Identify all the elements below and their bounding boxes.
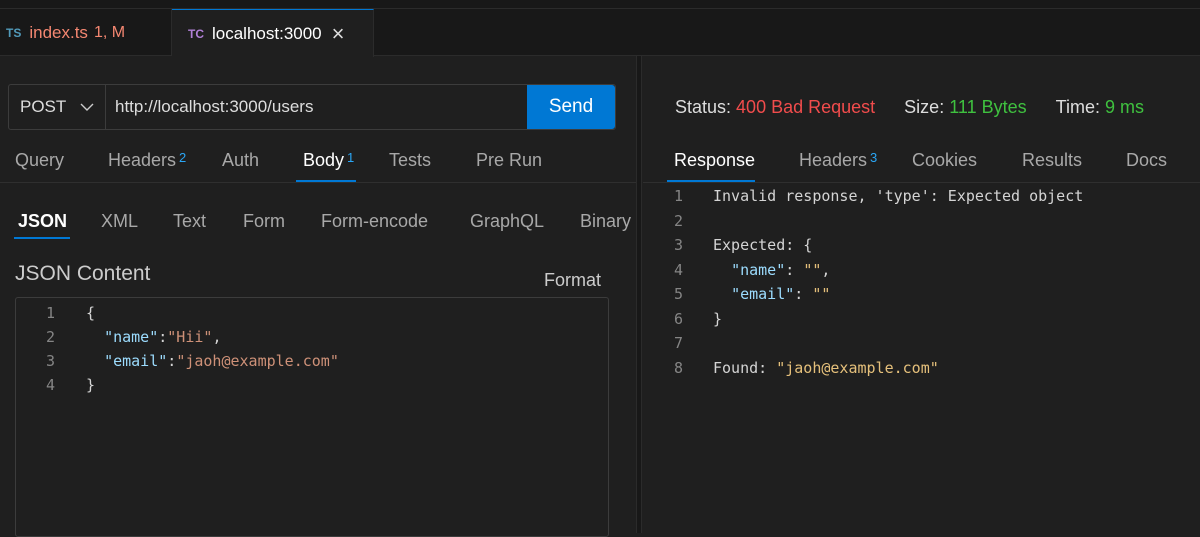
found-value: "jaoh@example.com" — [776, 358, 939, 377]
tab-label: Headers — [108, 150, 177, 170]
format-button[interactable]: Format — [544, 270, 601, 291]
tab-label: Pre Run — [476, 150, 543, 170]
chevron-down-icon — [80, 103, 94, 111]
response-status-bar: Status: 400 Bad Request Size: 111 Bytes … — [675, 97, 1144, 118]
json-editor[interactable]: 1 2 3 4 { "name":"Hii", "email":"jaoh@ex… — [15, 297, 609, 537]
line-number: 8 — [673, 358, 683, 377]
close-icon[interactable]: × — [332, 21, 345, 47]
tab-label: Query — [15, 150, 65, 170]
code-line: Found: "jaoh@example.com" — [713, 359, 939, 377]
panel-splitter[interactable] — [636, 56, 642, 533]
send-button[interactable]: Send — [527, 85, 615, 129]
body-tab-form[interactable]: Form — [243, 211, 285, 232]
tab-cookies[interactable]: Cookies — [912, 150, 977, 171]
tab-headers[interactable]: Headers 2 — [108, 150, 186, 171]
body-tab-xml[interactable]: XML — [101, 211, 138, 232]
top-strip — [0, 0, 1200, 9]
body-tab-json[interactable]: JSON — [18, 211, 67, 232]
tab-status: 1, M — [93, 23, 126, 41]
tab-label: Headers — [799, 150, 868, 170]
code-line: { — [86, 304, 96, 322]
count-badge: 2 — [179, 150, 187, 165]
tab-label: Tests — [389, 150, 432, 170]
divider — [643, 182, 1200, 183]
body-tab-form-encode[interactable]: Form-encode — [321, 211, 428, 232]
thunder-client-icon: TC — [188, 26, 204, 41]
line-number: 6 — [673, 309, 683, 328]
code-line: "email":"jaoh@example.com" — [104, 352, 339, 370]
status-value: 400 Bad Request — [736, 97, 876, 117]
code-line: "name":"Hii", — [104, 328, 222, 346]
size-label: Size: — [904, 97, 945, 117]
time-value: 9 ms — [1104, 97, 1144, 117]
method-value: POST — [20, 97, 67, 116]
tab-response-headers[interactable]: Headers 3 — [799, 150, 877, 171]
tab-index-ts[interactable]: TS index.ts 1, M — [0, 9, 172, 56]
body-tab-text[interactable]: Text — [173, 211, 206, 232]
line-number: 2 — [45, 328, 55, 346]
body-tab-binary[interactable]: Binary — [580, 211, 631, 232]
tab-label: Body — [303, 150, 345, 170]
request-bar: POST http://localhost:3000/users Send — [8, 84, 616, 130]
line-number: 3 — [673, 236, 683, 254]
line-number: 1 — [673, 187, 683, 205]
line-number: 5 — [673, 285, 683, 303]
line-number: 4 — [673, 260, 683, 279]
body-tab-graphql[interactable]: GraphQL — [470, 211, 544, 232]
line-number: 3 — [45, 352, 55, 370]
line-number: 1 — [45, 304, 55, 322]
status-label: Status: — [675, 97, 732, 117]
code-line: "name": "", — [731, 260, 831, 279]
count-badge: 1 — [347, 150, 355, 165]
code-line: } — [86, 376, 96, 394]
method-select[interactable]: POST — [9, 85, 106, 129]
editor-tab-bar: TS index.ts 1, M TC localhost:3000 × — [0, 9, 1200, 57]
tab-pre-run[interactable]: Pre Run — [476, 150, 542, 171]
code-line: Invalid response, 'type': Expected objec… — [713, 187, 1084, 205]
tab-label: index.ts — [29, 22, 88, 42]
tab-results[interactable]: Results — [1022, 150, 1082, 171]
json-content-label: JSON Content — [15, 262, 151, 285]
tab-localhost[interactable]: TC localhost:3000 × — [172, 9, 374, 57]
line-number: 2 — [673, 211, 683, 230]
tab-docs[interactable]: Docs — [1126, 150, 1167, 171]
divider — [0, 182, 636, 183]
code-line: "email": "" — [731, 285, 831, 303]
tab-response[interactable]: Response — [674, 150, 755, 171]
tab-label: Auth — [222, 150, 260, 170]
url-input[interactable]: http://localhost:3000/users — [106, 85, 527, 129]
tab-query[interactable]: Query — [15, 150, 64, 171]
response-viewer[interactable]: 1 2 3 4 5 6 7 8 Invalid response, 'type'… — [643, 185, 1200, 533]
typescript-icon: TS — [6, 25, 22, 40]
code-line: } — [713, 309, 723, 328]
tab-tests[interactable]: Tests — [389, 150, 431, 171]
line-number: 7 — [673, 334, 683, 352]
tab-auth[interactable]: Auth — [222, 150, 259, 171]
tab-label: localhost:3000 — [212, 23, 322, 43]
active-body-tab-indicator — [14, 237, 70, 239]
code-line: Expected: { — [713, 236, 813, 254]
size-value: 111 Bytes — [949, 97, 1027, 117]
found-label: Found: — [713, 358, 777, 377]
line-number: 4 — [45, 376, 55, 394]
tab-body[interactable]: Body 1 — [303, 150, 354, 171]
time-label: Time: — [1055, 97, 1100, 117]
count-badge: 3 — [870, 150, 878, 165]
